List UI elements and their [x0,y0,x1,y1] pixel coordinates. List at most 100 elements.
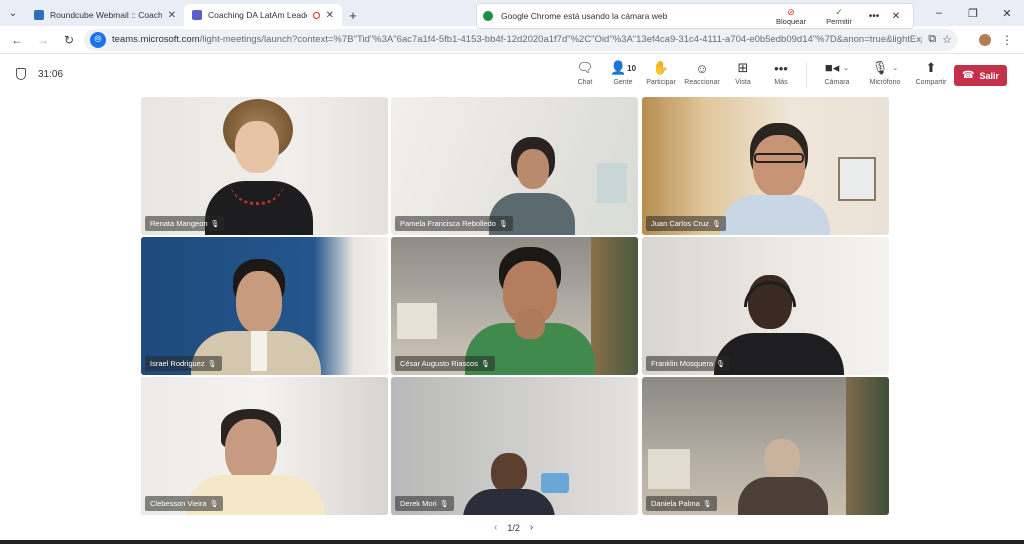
url-input[interactable]: ⦾ teams.microsoft.com/light-meetings/lau… [84,28,958,51]
chevron-down-icon[interactable]: ⌄ [843,64,849,72]
leave-button[interactable]: ☎ Salir [954,65,1007,86]
participant-tile-active-speaker[interactable]: Clebesson Vieira 🎙 [141,377,388,515]
participant-tile-active-speaker[interactable]: Israel Rodriguez 🎙 [141,237,388,375]
participant-video [738,439,828,515]
block-icon: ⊘ [787,6,795,17]
participant-name: Pamela Francisca Rebolledo [400,219,496,228]
chat-button[interactable]: 🗨 Chat [566,60,604,86]
participant-video [205,99,313,235]
participant-name-tag: Renata Mangeon 🎙 [145,216,225,231]
chrome-menu-icon[interactable]: ⋮ [996,29,1018,51]
roundcube-favicon-icon [34,10,44,20]
window-plants [591,237,638,375]
block-camera-button[interactable]: ⊘ Bloquear [767,7,815,26]
mic-icon: 🎙 [702,500,712,508]
close-window-button[interactable]: ✕ [990,0,1024,26]
mic-icon: 🎙 [711,220,721,228]
profile-avatar[interactable] [978,32,992,47]
grid-view-icon: ⊞ [737,60,749,75]
more-button[interactable]: ••• Más [762,60,800,87]
participant-name-tag: César Augusto Riascos 🎙 [395,356,495,371]
participant-tile[interactable]: Pamela Francisca Rebolledo 🎙 [391,97,638,235]
install-app-icon[interactable]: ⧉ [928,33,936,46]
minimize-button[interactable]: – [922,0,956,26]
participant-tile[interactable]: Daniela Palma 🎙 [642,377,889,515]
chevron-down-icon[interactable]: ⌄ [892,64,898,72]
participant-tile[interactable]: Franklin Mosquera 🎙 [642,237,889,375]
window-controls: – ❐ ✕ [922,0,1024,26]
meeting-controls: 🗨 Chat 👤 10 Gente ✋ Participar ☺ Reaccion… [566,60,953,88]
page-indicator: 1/2 [507,522,520,533]
participant-name: César Augusto Riascos [400,359,478,368]
participant-video [720,123,830,235]
chat-icon: 🗨 [576,60,594,75]
video-grid: Renata Mangeon 🎙 Pamela Francisca Rebolle… [141,97,890,515]
meeting-timer: 31:06 [16,68,63,80]
timer-text: 31:06 [38,68,64,80]
url-text: teams.microsoft.com/light-meetings/launc… [112,34,922,45]
participant-name: Franklin Mosquera [651,359,714,368]
window-plants [846,377,889,515]
participant-name-tag: Clebesson Vieira 🎙 [145,496,224,511]
smiley-icon: ☺ [695,60,709,76]
meeting-toolbar: 31:06 🗨 Chat 👤 10 Gente ✋ Participar ☺ Re… [0,54,1024,96]
tab-teams-meeting[interactable]: Coaching DA LatAm Leade ✕ [184,4,342,26]
url-path: /light-meetings/launch?context=%7B"Tid"%… [199,34,923,45]
new-tab-button[interactable]: + [342,4,364,26]
participant-name: Derek Mori [400,499,437,508]
previous-page-button[interactable]: ‹ [494,522,497,533]
leave-label: Salir [979,70,999,81]
reload-icon[interactable]: ↻ [58,29,80,51]
chair [648,449,690,489]
back-icon[interactable]: ← [6,29,28,51]
chair [397,303,437,339]
close-tab-icon[interactable]: ✕ [168,10,176,21]
share-button[interactable]: ⬆ Compartir [909,60,953,86]
mic-icon: 🎙 [439,500,449,508]
popup-more-icon[interactable]: ••• [863,11,885,22]
more-dots-icon: ••• [774,60,788,76]
participant-tile[interactable]: César Augusto Riascos 🎙 [391,237,638,375]
raise-hand-button[interactable]: ✋ Participar [642,60,680,86]
participant-name-tag: Juan Carlos Cruz 🎙 [646,216,726,231]
mic-icon: 🎙 [498,220,508,228]
tab-roundcube[interactable]: Roundcube Webmail :: Coachin ✕ [26,4,184,26]
share-screen-icon: ⬆ [925,60,937,75]
participant-name-tag: Franklin Mosquera 🎙 [646,356,730,371]
people-count: 10 [627,63,637,73]
forward-icon[interactable]: → [32,29,54,51]
close-tab-icon[interactable]: ✕ [326,10,334,21]
video-camera-icon: ■◂ ⌄ [824,60,850,75]
mic-icon: 🎙 [209,500,219,508]
participant-name: Renata Mangeon [150,219,208,228]
site-info-icon[interactable]: ⦾ [90,31,106,48]
allow-icon: ✓ [835,6,843,17]
react-button[interactable]: ☺ Reaccionar [680,60,724,87]
maximize-button[interactable]: ❐ [956,0,990,26]
allow-camera-button[interactable]: ✓ Permitir [815,7,863,26]
microphone-button[interactable]: 🎙 ⌄ Micrófono [861,60,909,86]
teams-favicon-icon [192,10,202,20]
more-label: Más [774,79,788,86]
mic-icon: 🎙 [207,360,217,368]
tab-search-icon[interactable]: ⌄ [0,0,26,26]
participant-tile[interactable]: Juan Carlos Cruz 🎙 [642,97,889,235]
people-label: Gente [613,79,633,86]
participant-name: Clebesson Vieira [150,499,207,508]
participant-tile[interactable]: Renata Mangeon 🎙 [141,97,388,235]
raise-hand-icon: ✋ [652,60,670,75]
tab-title: Coaching DA LatAm Leade [208,10,307,20]
shield-icon [16,68,26,80]
camera-button[interactable]: ■◂ ⌄ Cámara [813,60,861,86]
block-label: Bloquear [775,16,807,26]
participant-tile[interactable]: Derek Mori 🎙 [391,377,638,515]
popup-close-icon[interactable]: ✕ [885,11,907,22]
participant-name-tag: Pamela Francisca Rebolledo 🎙 [395,216,513,231]
camera-label: Cámara [824,79,850,86]
omnibox-actions: ⧉ ☆ [928,33,952,46]
bookmark-star-icon[interactable]: ☆ [942,33,952,46]
next-page-button[interactable]: › [530,522,533,533]
people-button[interactable]: 👤 10 Gente [604,60,642,86]
address-bar: ← → ↻ ⦾ teams.microsoft.com/light-meetin… [0,26,1024,54]
view-button[interactable]: ⊞ Vista [724,60,762,86]
